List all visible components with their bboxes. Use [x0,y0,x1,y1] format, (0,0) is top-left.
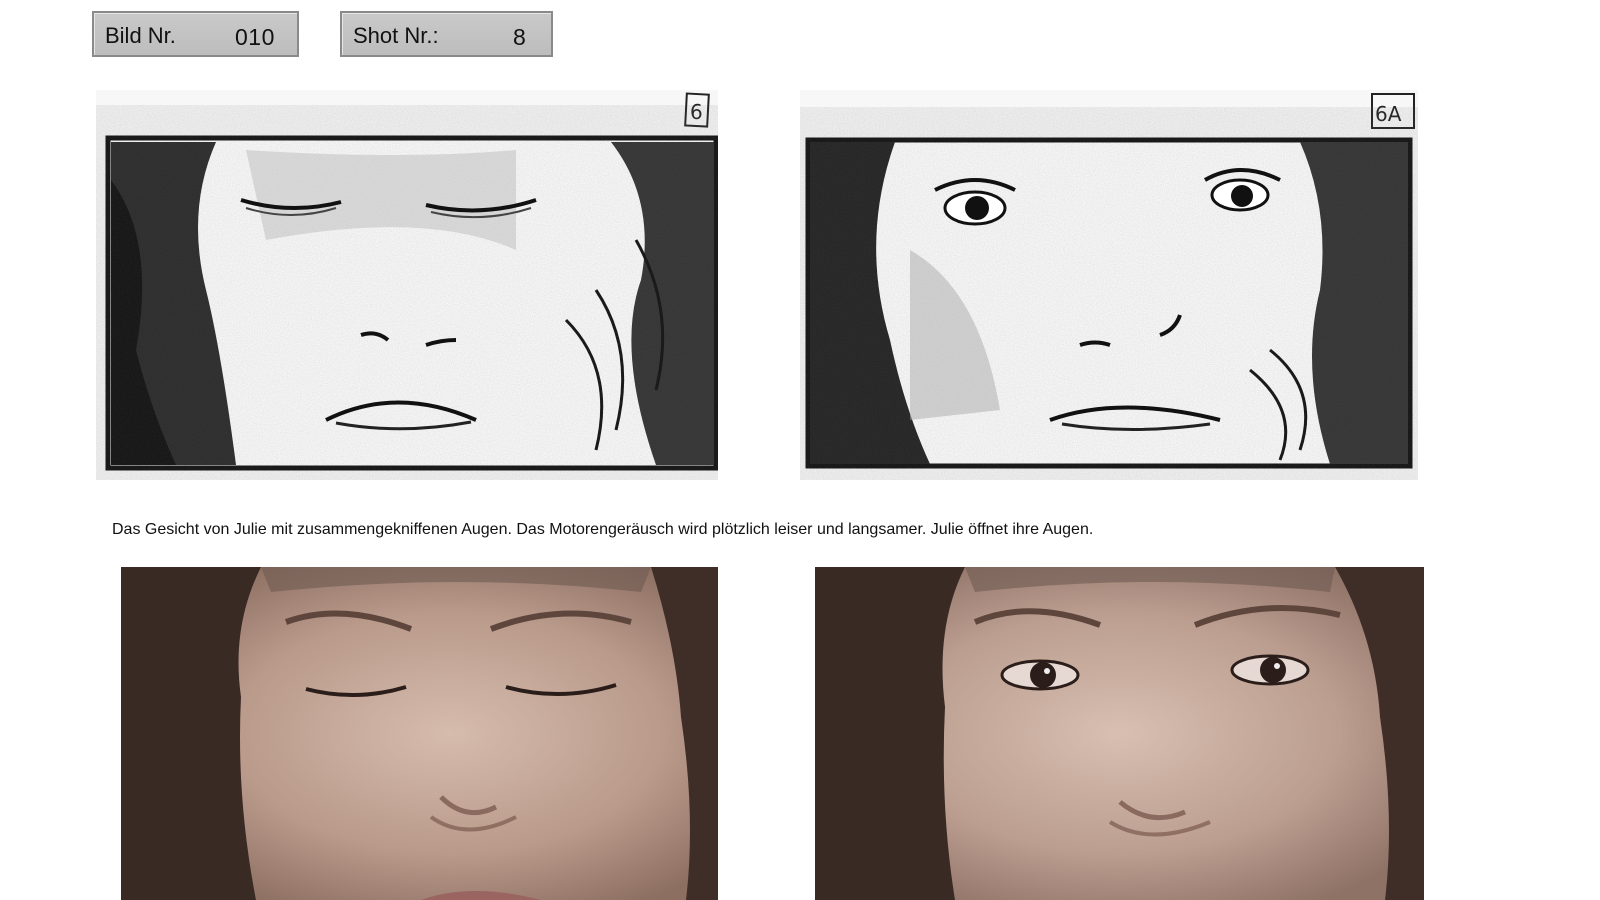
shot-number-label: Shot Nr.: [353,23,439,48]
storyboard-sketch-closed-eyes: 6 [96,90,718,480]
bild-number-value: 010 [235,24,275,50]
storyboard-sketch-open-eyes: 6A [800,90,1418,480]
bild-number-label: Bild Nr. [105,23,176,48]
panel-number: 6 [690,100,703,124]
panel-number: 6A [1375,102,1402,126]
shot-number-value: 8 [513,24,527,50]
frame-photo-closed-eyes [121,567,718,900]
frame-photo-open-eyes [815,567,1424,900]
bild-number-field[interactable]: Bild Nr. 010 [92,11,299,57]
scene-description: Das Gesicht von Julie mit zusammengeknif… [112,521,1094,538]
shot-number-field[interactable]: Shot Nr.: 8 [340,11,553,57]
